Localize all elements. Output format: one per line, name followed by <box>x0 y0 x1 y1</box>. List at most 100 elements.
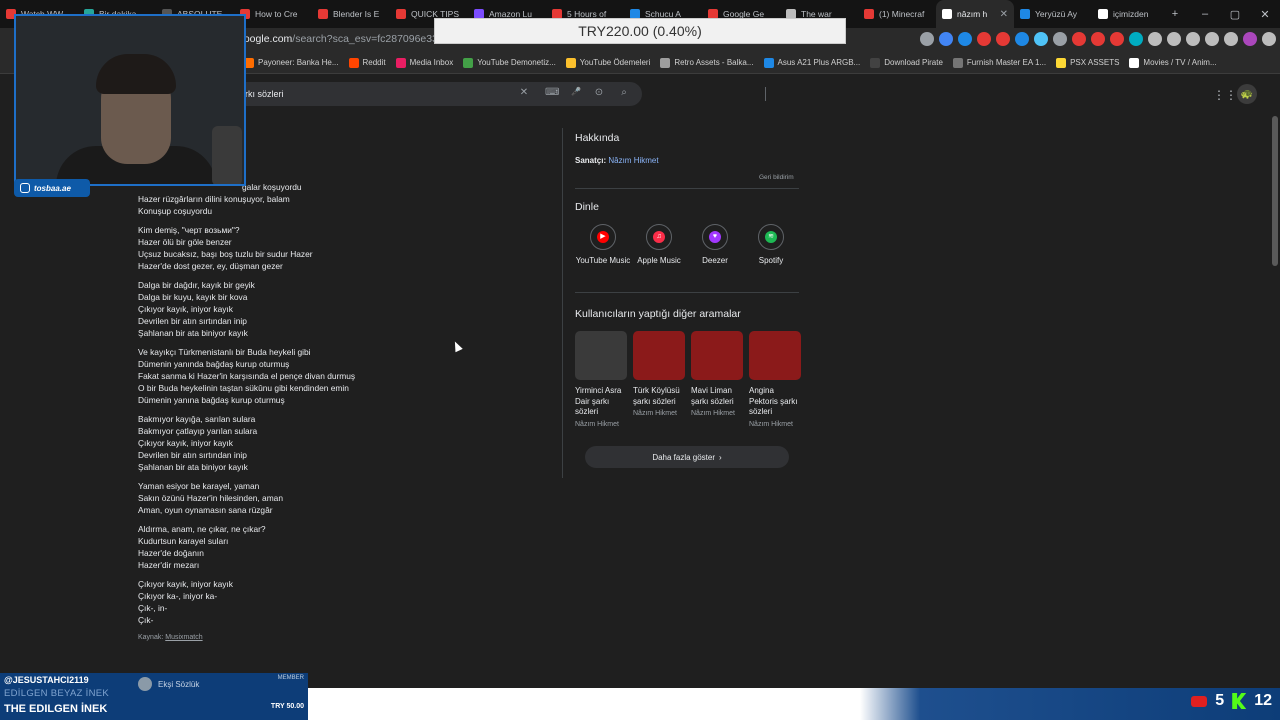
bookmark-label: Retro Assets - Balka... <box>674 58 754 67</box>
provider-spotify[interactable]: ≋ Spotify <box>743 224 799 266</box>
search-divider <box>765 87 766 101</box>
extension-icon[interactable] <box>939 32 953 46</box>
bookmark-item[interactable]: Payoneer: Banka He... <box>244 57 339 68</box>
tab-favicon-icon <box>396 9 406 19</box>
bookmark-item[interactable]: Retro Assets - Balka... <box>660 57 754 68</box>
related-search-card[interactable]: Angina Pektoris şarkı sözleri Nâzım Hikme… <box>749 331 801 428</box>
related-search-card[interactable]: Yirminci Asra Dair şarkı sözleri Nâzım Hi… <box>575 331 627 428</box>
browser-tab[interactable]: (1) Minecraf <box>858 0 936 28</box>
extension-icon[interactable] <box>958 32 972 46</box>
maximize-button[interactable]: ▢ <box>1220 8 1250 21</box>
extension-icon[interactable] <box>1072 32 1086 46</box>
deezer-icon: ♥ <box>709 231 721 243</box>
extension-icon[interactable] <box>1186 32 1200 46</box>
extension-icon[interactable] <box>1205 32 1219 46</box>
lyrics-stanza: Kim demiş, "черт возьми"? Hazer ölü bir g… <box>138 224 438 272</box>
lyric-line: Çıkıyor kayık, iniyor kayık <box>138 438 233 448</box>
search-box[interactable]: ✕ ⌨ 🎤 ⊙ ⌕ <box>228 82 766 106</box>
provider-deezer[interactable]: ♥ Deezer <box>687 224 743 266</box>
artist-link[interactable]: Nâzım Hikmet <box>608 156 658 165</box>
show-more-button[interactable]: Daha fazla göster › <box>585 446 789 468</box>
lyric-line: Fakat sanma ki Hazer'in karşısında el pe… <box>138 371 356 381</box>
bookmark-item[interactable]: Asus A21 Plus ARGB... <box>763 57 860 68</box>
divider <box>575 188 799 189</box>
lyrics-source: Kaynak: Musixmatch <box>138 634 438 641</box>
search-input[interactable] <box>240 85 510 103</box>
bookmark-item[interactable]: Reddit <box>348 57 386 68</box>
extension-icon[interactable] <box>1015 32 1029 46</box>
artist-label: Sanatçı: <box>575 156 607 165</box>
provider-icon-ring: ▶ <box>590 224 616 250</box>
extension-icon[interactable] <box>1091 32 1105 46</box>
provider-apple-music[interactable]: ♫ Apple Music <box>631 224 687 266</box>
bookmark-item[interactable]: Media Inbox <box>395 57 453 68</box>
browser-tab[interactable]: içimizden <box>1092 0 1170 28</box>
extension-icon[interactable] <box>920 32 934 46</box>
extension-icon[interactable] <box>1224 32 1238 46</box>
browser-tab[interactable]: Blender Is E <box>312 0 390 28</box>
extension-icon[interactable] <box>1262 32 1276 46</box>
kick-icon <box>1232 693 1247 709</box>
bookmark-item[interactable]: Movies / TV / Anim... <box>1129 57 1217 68</box>
search-icon[interactable]: ⌕ <box>617 87 631 98</box>
extension-icon[interactable] <box>977 32 991 46</box>
tab-favicon-icon <box>864 9 874 19</box>
mic-icon[interactable]: 🎤 <box>569 87 583 96</box>
lyric-line: Aldırma, anam, ne çıkar, ne çıkar? <box>138 524 266 534</box>
provider-label: Spotify <box>758 256 784 265</box>
knowledge-panel: Hakkında Sanatçı: Nâzım Hikmet Geri bild… <box>562 128 802 478</box>
page-scrollbar[interactable] <box>1270 116 1280 686</box>
artist-row: Sanatçı: Nâzım Hikmet <box>575 156 659 165</box>
lyric-line: Yaman esiyor be karayel, yaman <box>138 481 260 491</box>
lyric-line: Kudurtsun karayel suları <box>138 536 229 546</box>
extension-icon[interactable] <box>1053 32 1067 46</box>
close-tab-icon[interactable]: ✕ <box>1000 9 1008 20</box>
avatar[interactable]: 🐢 <box>1237 84 1257 104</box>
lyric-line: Çıkıyor kayık, iniyor kayık <box>138 304 233 314</box>
browser-tab[interactable]: Yeryüzü Ay <box>1014 0 1092 28</box>
extension-icon[interactable] <box>1129 32 1143 46</box>
bookmark-item[interactable]: YouTube Demonetiz... <box>463 57 556 68</box>
lens-icon[interactable]: ⊙ <box>592 87 606 98</box>
bookmark-item[interactable]: PSX ASSETS <box>1056 57 1120 68</box>
bookmark-item[interactable]: Download Pirate <box>870 57 943 68</box>
scrollbar-thumb[interactable] <box>1272 116 1278 266</box>
related-search-thumbnail <box>749 331 801 380</box>
bookmark-item[interactable]: Furnish Master EA 1... <box>952 57 1046 68</box>
extension-icon[interactable] <box>1034 32 1048 46</box>
bookmark-item[interactable]: YouTube Ödemeleri <box>565 57 650 68</box>
provider-youtube-music[interactable]: ▶ YouTube Music <box>575 224 631 266</box>
minimize-button[interactable]: – <box>1190 8 1220 20</box>
donor-name: @JESUSTAHCI2119 <box>4 675 89 685</box>
lyric-line: Çık- <box>138 615 154 625</box>
extension-icon[interactable] <box>1167 32 1181 46</box>
extension-icon[interactable] <box>1148 32 1162 46</box>
extension-icon[interactable] <box>996 32 1010 46</box>
about-title: Hakkında <box>575 132 620 144</box>
clear-icon[interactable]: ✕ <box>517 87 531 98</box>
extension-icon[interactable] <box>1243 32 1257 46</box>
keyboard-icon[interactable]: ⌨ <box>545 87 559 98</box>
lyric-line: Bakmıyor kayığa, sarılan sulara <box>138 414 256 424</box>
instagram-handle: tosbaa.ae <box>34 183 71 193</box>
related-search-subtitle: Nâzım Hikmet <box>691 410 735 417</box>
lyrics-stanza: Çıkıyor kayık, iniyor kayık Çıkıyor ka-, … <box>138 578 438 626</box>
member-badge: MEMBER <box>277 675 304 681</box>
provider-label: Apple Music <box>637 256 681 265</box>
feedback-link[interactable]: Geri bildirim <box>759 174 794 181</box>
source-link[interactable]: Musixmatch <box>165 634 202 641</box>
apps-grid-icon[interactable]: ⋮⋮ <box>1213 88 1237 102</box>
browser-tab[interactable]: nâzım h ✕ <box>936 0 1014 28</box>
lyric-line: Çık-, in- <box>138 603 168 613</box>
youtube-music-icon: ▶ <box>597 231 609 243</box>
bookmark-label: PSX ASSETS <box>1070 58 1120 67</box>
related-search-title: Yirminci Asra Dair şarkı sözleri <box>575 386 622 416</box>
extension-icon[interactable] <box>1110 32 1124 46</box>
bookmark-label: YouTube Demonetiz... <box>477 58 556 67</box>
close-window-button[interactable]: ✕ <box>1250 8 1280 21</box>
new-tab-button[interactable]: + <box>1160 8 1190 20</box>
related-search-card[interactable]: Türk Köylüsü şarkı sözleri Nâzım Hikmet <box>633 331 685 428</box>
related-search-card[interactable]: Mavi Liman şarkı sözleri Nâzım Hikmet <box>691 331 743 428</box>
lyric-line: Hazer'dir mezarı <box>138 560 200 570</box>
lyric-line: Uçsuz bucaksız, başı boş tuzlu bir sudur… <box>138 249 313 259</box>
